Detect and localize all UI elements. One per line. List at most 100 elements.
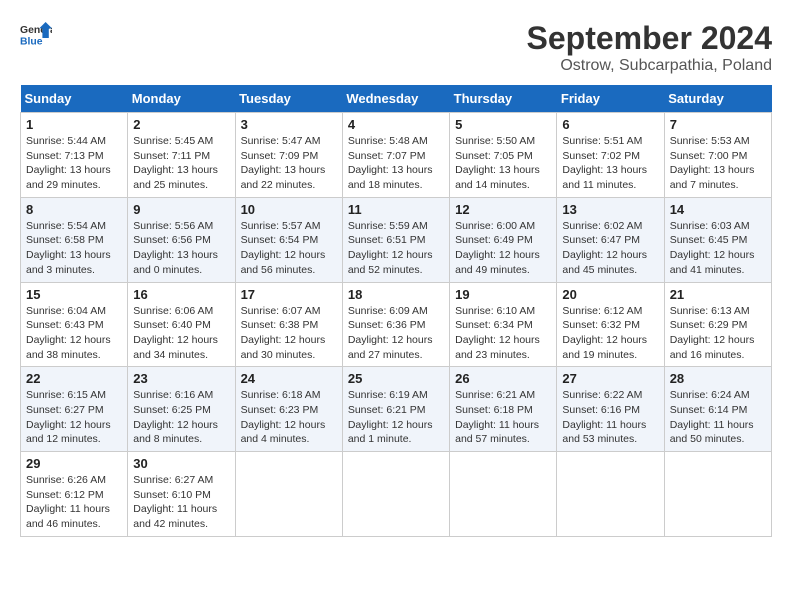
day-cell-16: 16 Sunrise: 6:06 AMSunset: 6:40 PMDayligh… <box>128 282 235 367</box>
page-header: General Blue September 2024 Ostrow, Subc… <box>20 20 772 75</box>
day-cell-15: 15 Sunrise: 6:04 AMSunset: 6:43 PMDayligh… <box>21 282 128 367</box>
day-number: 3 <box>241 117 337 132</box>
day-cell-21: 21 Sunrise: 6:13 AMSunset: 6:29 PMDayligh… <box>664 282 771 367</box>
day-number: 25 <box>348 371 444 386</box>
day-info: Sunrise: 5:51 AMSunset: 7:02 PMDaylight:… <box>562 134 658 193</box>
day-number: 15 <box>26 287 122 302</box>
day-number: 23 <box>133 371 229 386</box>
day-number: 29 <box>26 456 122 471</box>
day-info: Sunrise: 6:24 AMSunset: 6:14 PMDaylight:… <box>670 388 766 447</box>
day-cell-6: 6 Sunrise: 5:51 AMSunset: 7:02 PMDaylight… <box>557 113 664 198</box>
empty-cell <box>450 452 557 537</box>
day-number: 27 <box>562 371 658 386</box>
weekday-tuesday: Tuesday <box>235 85 342 113</box>
logo: General Blue <box>20 20 52 48</box>
week-row-4: 29Sunrise: 6:26 AMSunset: 6:12 PMDayligh… <box>21 452 772 537</box>
day-cell-11: 11 Sunrise: 5:59 AMSunset: 6:51 PMDayligh… <box>342 197 449 282</box>
weekday-sunday: Sunday <box>21 85 128 113</box>
day-info: Sunrise: 6:03 AMSunset: 6:45 PMDaylight:… <box>670 219 766 278</box>
day-number: 4 <box>348 117 444 132</box>
week-row-3: 22 Sunrise: 6:15 AMSunset: 6:27 PMDayligh… <box>21 367 772 452</box>
day-info: Sunrise: 6:21 AMSunset: 6:18 PMDaylight:… <box>455 388 551 447</box>
calendar-header: SundayMondayTuesdayWednesdayThursdayFrid… <box>21 85 772 113</box>
day-info: Sunrise: 6:00 AMSunset: 6:49 PMDaylight:… <box>455 219 551 278</box>
day-info: Sunrise: 6:15 AMSunset: 6:27 PMDaylight:… <box>26 388 122 447</box>
day-cell-27: 27 Sunrise: 6:22 AMSunset: 6:16 PMDayligh… <box>557 367 664 452</box>
day-number: 21 <box>670 287 766 302</box>
weekday-friday: Friday <box>557 85 664 113</box>
weekday-header-row: SundayMondayTuesdayWednesdayThursdayFrid… <box>21 85 772 113</box>
title-area: September 2024 Ostrow, Subcarpathia, Pol… <box>527 20 772 75</box>
day-info: Sunrise: 6:06 AMSunset: 6:40 PMDaylight:… <box>133 304 229 363</box>
day-info: Sunrise: 6:09 AMSunset: 6:36 PMDaylight:… <box>348 304 444 363</box>
day-info: Sunrise: 5:59 AMSunset: 6:51 PMDaylight:… <box>348 219 444 278</box>
svg-text:Blue: Blue <box>20 36 43 47</box>
day-number: 24 <box>241 371 337 386</box>
day-number: 26 <box>455 371 551 386</box>
day-cell-20: 20Sunrise: 6:12 AMSunset: 6:32 PMDayligh… <box>557 282 664 367</box>
day-cell-17: 17 Sunrise: 6:07 AMSunset: 6:38 PMDayligh… <box>235 282 342 367</box>
day-cell-3: 3Sunrise: 5:47 AMSunset: 7:09 PMDaylight… <box>235 113 342 198</box>
calendar-body: 1 Sunrise: 5:44 AMSunset: 7:13 PMDaylight… <box>21 113 772 537</box>
day-number: 6 <box>562 117 658 132</box>
day-number: 14 <box>670 202 766 217</box>
day-cell-1: 1 Sunrise: 5:44 AMSunset: 7:13 PMDaylight… <box>21 113 128 198</box>
day-number: 22 <box>26 371 122 386</box>
day-cell-30: 30 Sunrise: 6:27 AMSunset: 6:10 PMDayligh… <box>128 452 235 537</box>
day-cell-25: 25Sunrise: 6:19 AMSunset: 6:21 PMDayligh… <box>342 367 449 452</box>
day-info: Sunrise: 6:02 AMSunset: 6:47 PMDaylight:… <box>562 219 658 278</box>
empty-cell <box>235 452 342 537</box>
day-number: 28 <box>670 371 766 386</box>
day-cell-14: 14 Sunrise: 6:03 AMSunset: 6:45 PMDayligh… <box>664 197 771 282</box>
day-info: Sunrise: 5:45 AMSunset: 7:11 PMDaylight:… <box>133 134 229 193</box>
day-number: 10 <box>241 202 337 217</box>
day-info: Sunrise: 5:50 AMSunset: 7:05 PMDaylight:… <box>455 134 551 193</box>
week-row-2: 15 Sunrise: 6:04 AMSunset: 6:43 PMDayligh… <box>21 282 772 367</box>
calendar-table: SundayMondayTuesdayWednesdayThursdayFrid… <box>20 85 772 537</box>
day-cell-8: 8 Sunrise: 5:54 AMSunset: 6:58 PMDaylight… <box>21 197 128 282</box>
weekday-wednesday: Wednesday <box>342 85 449 113</box>
day-cell-19: 19Sunrise: 6:10 AMSunset: 6:34 PMDayligh… <box>450 282 557 367</box>
day-info: Sunrise: 5:57 AMSunset: 6:54 PMDaylight:… <box>241 219 337 278</box>
day-cell-4: 4Sunrise: 5:48 AMSunset: 7:07 PMDaylight… <box>342 113 449 198</box>
day-number: 16 <box>133 287 229 302</box>
location: Ostrow, Subcarpathia, Poland <box>527 57 772 75</box>
day-cell-18: 18 Sunrise: 6:09 AMSunset: 6:36 PMDayligh… <box>342 282 449 367</box>
day-number: 30 <box>133 456 229 471</box>
day-cell-29: 29Sunrise: 6:26 AMSunset: 6:12 PMDayligh… <box>21 452 128 537</box>
day-number: 11 <box>348 202 444 217</box>
weekday-monday: Monday <box>128 85 235 113</box>
empty-cell <box>557 452 664 537</box>
day-info: Sunrise: 6:18 AMSunset: 6:23 PMDaylight:… <box>241 388 337 447</box>
day-info: Sunrise: 5:53 AMSunset: 7:00 PMDaylight:… <box>670 134 766 193</box>
day-number: 18 <box>348 287 444 302</box>
month-title: September 2024 <box>527 20 772 57</box>
day-cell-24: 24 Sunrise: 6:18 AMSunset: 6:23 PMDayligh… <box>235 367 342 452</box>
day-info: Sunrise: 6:12 AMSunset: 6:32 PMDaylight:… <box>562 304 658 363</box>
day-number: 12 <box>455 202 551 217</box>
day-info: Sunrise: 6:07 AMSunset: 6:38 PMDaylight:… <box>241 304 337 363</box>
day-number: 8 <box>26 202 122 217</box>
day-info: Sunrise: 5:56 AMSunset: 6:56 PMDaylight:… <box>133 219 229 278</box>
day-cell-23: 23 Sunrise: 6:16 AMSunset: 6:25 PMDayligh… <box>128 367 235 452</box>
week-row-0: 1 Sunrise: 5:44 AMSunset: 7:13 PMDaylight… <box>21 113 772 198</box>
week-row-1: 8 Sunrise: 5:54 AMSunset: 6:58 PMDaylight… <box>21 197 772 282</box>
day-cell-12: 12 Sunrise: 6:00 AMSunset: 6:49 PMDayligh… <box>450 197 557 282</box>
day-number: 17 <box>241 287 337 302</box>
day-cell-28: 28 Sunrise: 6:24 AMSunset: 6:14 PMDayligh… <box>664 367 771 452</box>
day-info: Sunrise: 6:04 AMSunset: 6:43 PMDaylight:… <box>26 304 122 363</box>
day-number: 19 <box>455 287 551 302</box>
day-number: 1 <box>26 117 122 132</box>
day-info: Sunrise: 6:27 AMSunset: 6:10 PMDaylight:… <box>133 473 229 532</box>
day-info: Sunrise: 6:13 AMSunset: 6:29 PMDaylight:… <box>670 304 766 363</box>
empty-cell <box>664 452 771 537</box>
logo-icon: General Blue <box>20 20 52 48</box>
day-info: Sunrise: 6:22 AMSunset: 6:16 PMDaylight:… <box>562 388 658 447</box>
day-number: 13 <box>562 202 658 217</box>
day-info: Sunrise: 5:44 AMSunset: 7:13 PMDaylight:… <box>26 134 122 193</box>
day-info: Sunrise: 6:16 AMSunset: 6:25 PMDaylight:… <box>133 388 229 447</box>
weekday-saturday: Saturday <box>664 85 771 113</box>
day-cell-10: 10 Sunrise: 5:57 AMSunset: 6:54 PMDayligh… <box>235 197 342 282</box>
day-number: 7 <box>670 117 766 132</box>
day-info: Sunrise: 5:54 AMSunset: 6:58 PMDaylight:… <box>26 219 122 278</box>
